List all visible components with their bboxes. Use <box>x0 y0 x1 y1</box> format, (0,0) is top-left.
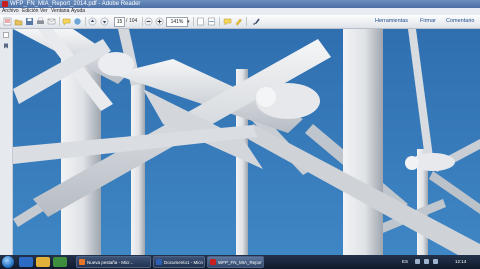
menu-ayuda[interactable]: Ayuda <box>71 8 85 15</box>
word-icon <box>156 259 162 265</box>
page-number-input[interactable]: 15 <box>114 17 125 27</box>
page-separator: / <box>126 18 128 24</box>
toolbar-separator <box>142 17 143 26</box>
wind-turbines-photo <box>13 29 480 255</box>
taskbar-item-word[interactable]: Documento1 - Micros... <box>153 256 205 268</box>
taskbar-item-label: Nueva pestaña - Micr... <box>87 260 134 265</box>
comentario-button[interactable]: Comentario <box>446 15 474 28</box>
media-player-pinned-icon[interactable] <box>53 257 67 267</box>
toolbar-separator <box>246 17 247 26</box>
network-icon[interactable] <box>424 259 429 264</box>
taskbar: Nueva pestaña - Micr... Documento1 - Mic… <box>0 255 480 269</box>
language-indicator[interactable]: ES <box>402 255 408 269</box>
taskbar-item-firefox[interactable]: Nueva pestaña - Micr... <box>76 256 151 268</box>
menu-ventana[interactable]: Ventana <box>51 8 69 15</box>
firmar-button[interactable]: Firmar <box>420 15 436 28</box>
adobe-reader-icon <box>210 259 216 265</box>
menu-ver[interactable]: Ver <box>40 8 48 15</box>
comment-icon[interactable] <box>62 17 71 26</box>
open-folder-icon[interactable] <box>14 17 23 26</box>
taskbar-item-label: Documento1 - Micros... <box>164 260 203 265</box>
previous-page-icon[interactable] <box>88 17 97 26</box>
herramientas-button[interactable]: Herramientas <box>375 15 408 28</box>
zoom-in-icon[interactable] <box>155 17 164 26</box>
total-pages: 104 <box>129 18 138 24</box>
fit-page-icon[interactable] <box>196 17 205 26</box>
volume-icon[interactable] <box>433 259 438 264</box>
fit-width-icon[interactable] <box>207 17 216 26</box>
zoom-out-icon[interactable] <box>144 17 153 26</box>
toolbar: 15 / 104 141% ▾ Herramientas Firmar Come… <box>0 15 480 29</box>
start-button[interactable] <box>2 256 14 268</box>
ie-pinned-icon[interactable] <box>19 257 33 267</box>
adobe-reader-icon <box>2 1 8 7</box>
sign-tool-icon[interactable] <box>252 17 261 26</box>
toolbar-separator <box>193 17 194 26</box>
firefox-icon <box>79 259 85 265</box>
sticky-note-icon[interactable] <box>223 17 232 26</box>
title-bar: WFP_FN_MIA_Report_2014.pdf - Adobe Reade… <box>0 0 480 8</box>
next-page-icon[interactable] <box>100 17 109 26</box>
menu-bar: Archivo Edición Ver Ventana Ayuda <box>0 8 480 15</box>
menu-archivo[interactable]: Archivo <box>2 8 19 15</box>
explorer-pinned-icon[interactable] <box>36 257 50 267</box>
adobe-reader-window: WFP_FN_MIA_Report_2014.pdf - Adobe Reade… <box>0 0 480 269</box>
toolbar-separator <box>59 17 60 26</box>
toolbar-separator <box>85 17 86 26</box>
taskbar-item-label: WFP_FN_MIA_Report... <box>218 260 262 265</box>
toolbar-separator <box>219 17 220 26</box>
show-hidden-icons-icon[interactable] <box>415 259 420 264</box>
zoom-dropdown-chevron-icon[interactable]: ▾ <box>187 19 190 25</box>
document-view[interactable] <box>13 29 480 255</box>
zoom-level-input[interactable]: 141% <box>166 17 188 27</box>
window-title: WFP_FN_MIA_Report_2014.pdf - Adobe Reade… <box>10 1 141 7</box>
create-pdf-icon[interactable] <box>3 17 12 26</box>
share-icon[interactable] <box>73 17 82 26</box>
bookmarks-icon[interactable] <box>3 43 9 49</box>
navigation-pane <box>0 29 13 255</box>
clock[interactable]: 12:14 <box>455 255 466 269</box>
email-icon[interactable] <box>47 17 56 26</box>
highlight-icon[interactable] <box>234 17 243 26</box>
save-icon[interactable] <box>25 17 34 26</box>
menu-edicion[interactable]: Edición <box>22 8 38 15</box>
page-thumbnails-icon[interactable] <box>3 32 9 38</box>
taskbar-item-adobe-reader[interactable]: WFP_FN_MIA_Report... <box>207 256 264 268</box>
print-icon[interactable] <box>36 17 45 26</box>
